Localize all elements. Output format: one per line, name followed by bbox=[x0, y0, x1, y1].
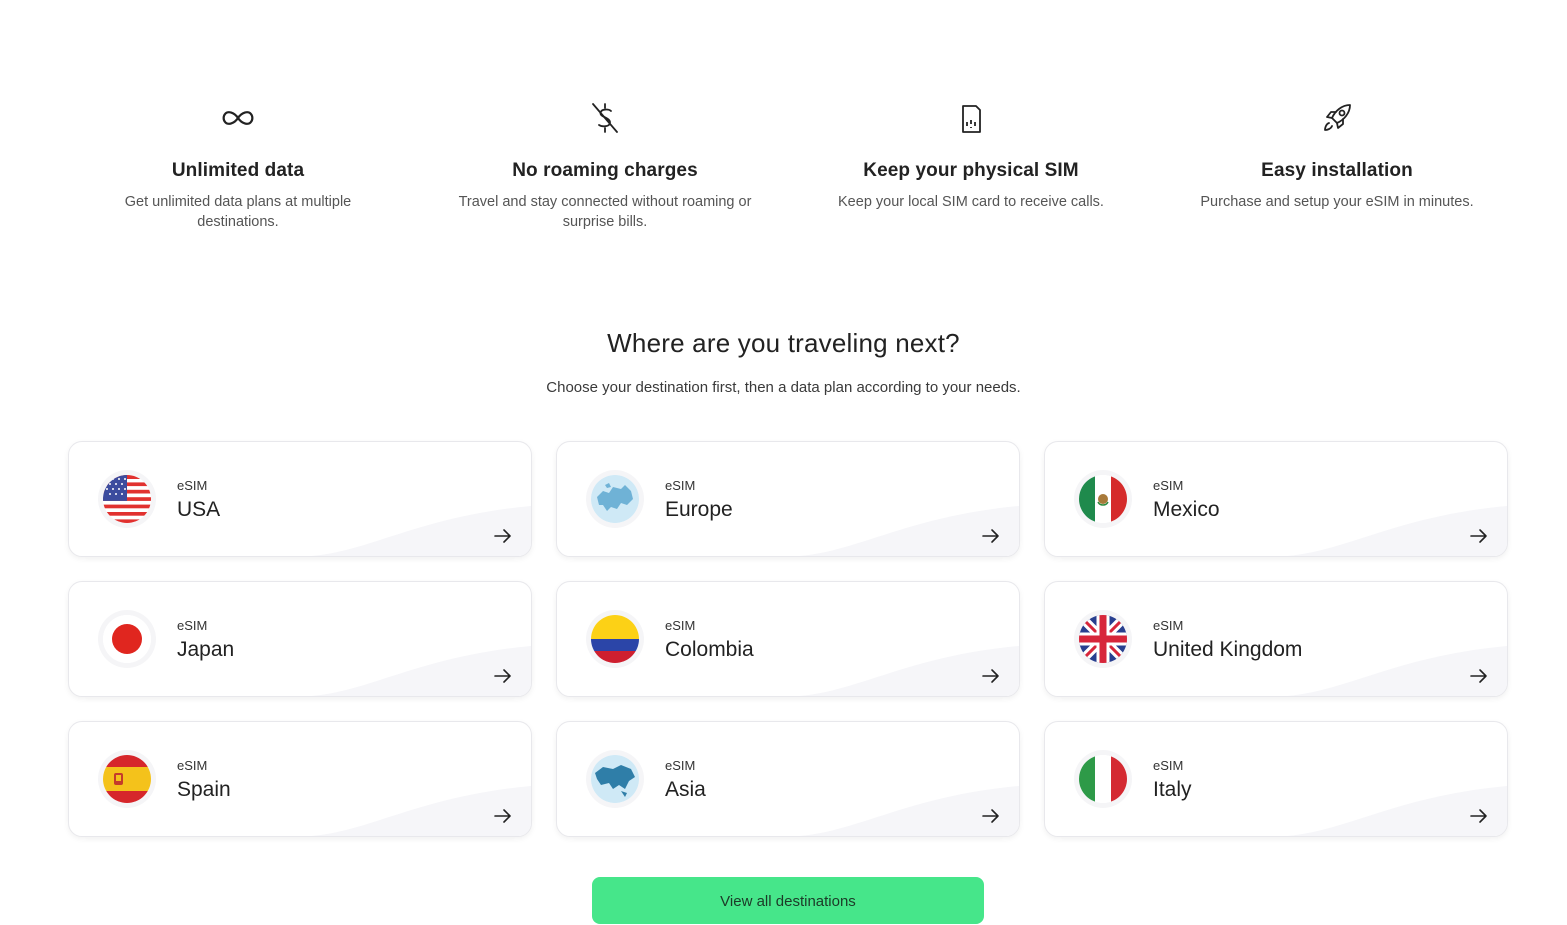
destination-card-spain[interactable]: eSIM Spain bbox=[68, 721, 532, 837]
card-destination-name: Mexico bbox=[1153, 498, 1220, 521]
asia-globe-icon bbox=[591, 755, 639, 803]
feature-description: Purchase and setup your eSIM in minutes. bbox=[1200, 194, 1474, 210]
card-destination-name: Spain bbox=[177, 778, 231, 801]
arrow-right-icon bbox=[982, 529, 999, 543]
destination-card-mexico[interactable]: eSIM Mexico bbox=[1044, 441, 1508, 557]
arrow-right-icon bbox=[494, 669, 511, 683]
destination-card-europe[interactable]: eSIM Europe bbox=[556, 441, 1020, 557]
card-label: eSIM bbox=[177, 618, 208, 633]
destination-card-japan[interactable]: eSIM Japan bbox=[68, 581, 532, 697]
card-destination-name: Europe bbox=[665, 498, 733, 521]
no-dollar-icon bbox=[455, 96, 755, 140]
infinity-icon bbox=[88, 96, 388, 140]
feature-description: Keep your local SIM card to receive call… bbox=[838, 194, 1104, 210]
card-label: eSIM bbox=[665, 758, 696, 773]
destination-card-united-kingdom[interactable]: eSIM United Kingdom bbox=[1044, 581, 1508, 697]
feature-no-roaming: No roaming charges Travel and stay conne… bbox=[455, 96, 755, 232]
destination-card-asia[interactable]: eSIM Asia bbox=[556, 721, 1020, 837]
italy-flag-icon bbox=[1079, 755, 1127, 803]
destinations-heading: Where are you traveling next? bbox=[607, 328, 960, 358]
feature-title: Unlimited data bbox=[171, 160, 305, 181]
sim-card-icon bbox=[821, 96, 1121, 140]
feature-description: Travel and stay connected without roamin… bbox=[458, 194, 752, 230]
card-label: eSIM bbox=[177, 758, 208, 773]
uk-flag-icon bbox=[1079, 615, 1127, 663]
feature-title: Keep your physical SIM bbox=[863, 160, 1079, 181]
card-label: eSIM bbox=[665, 478, 696, 493]
card-label: eSIM bbox=[1153, 618, 1184, 633]
card-label: eSIM bbox=[1153, 758, 1184, 773]
usa-flag-icon bbox=[103, 475, 151, 523]
arrow-right-icon bbox=[1470, 529, 1487, 543]
feature-title: No roaming charges bbox=[512, 160, 698, 181]
feature-description: Get unlimited data plans at multiple des… bbox=[124, 194, 352, 230]
arrow-right-icon bbox=[1470, 669, 1487, 683]
arrow-right-icon bbox=[982, 809, 999, 823]
card-destination-name: United Kingdom bbox=[1153, 638, 1303, 661]
destinations-subheading: Choose your destination first, then a da… bbox=[546, 379, 1021, 396]
arrow-right-icon bbox=[1470, 809, 1487, 823]
europe-globe-icon bbox=[591, 475, 639, 523]
spain-flag-icon bbox=[103, 755, 151, 803]
destination-card-italy[interactable]: eSIM Italy bbox=[1044, 721, 1508, 837]
card-label: eSIM bbox=[1153, 478, 1184, 493]
card-destination-name: Italy bbox=[1153, 778, 1192, 801]
japan-flag-icon bbox=[103, 615, 151, 663]
view-all-destinations-button[interactable]: View all destinations bbox=[592, 877, 984, 924]
card-destination-name: USA bbox=[177, 498, 221, 521]
card-label: eSIM bbox=[177, 478, 208, 493]
mexico-flag-icon bbox=[1079, 475, 1127, 523]
destination-card-colombia[interactable]: eSIM Colombia bbox=[556, 581, 1020, 697]
feature-physical-sim: Keep your physical SIM Keep your local S… bbox=[821, 96, 1121, 212]
arrow-right-icon bbox=[494, 529, 511, 543]
rocket-icon bbox=[1187, 96, 1487, 140]
card-destination-name: Colombia bbox=[665, 638, 754, 661]
feature-title: Easy installation bbox=[1261, 160, 1413, 181]
features-section: Unlimited data Get unlimited data plans … bbox=[0, 0, 1567, 260]
feature-easy-installation: Easy installation Purchase and setup you… bbox=[1187, 96, 1487, 212]
feature-unlimited-data: Unlimited data Get unlimited data plans … bbox=[88, 96, 388, 232]
arrow-right-icon bbox=[982, 669, 999, 683]
destination-card-usa[interactable]: eSIM USA bbox=[68, 441, 532, 557]
arrow-right-icon bbox=[494, 809, 511, 823]
card-destination-name: Asia bbox=[665, 778, 706, 801]
colombia-flag-icon bbox=[591, 615, 639, 663]
card-destination-name: Japan bbox=[177, 638, 235, 661]
card-label: eSIM bbox=[665, 618, 696, 633]
